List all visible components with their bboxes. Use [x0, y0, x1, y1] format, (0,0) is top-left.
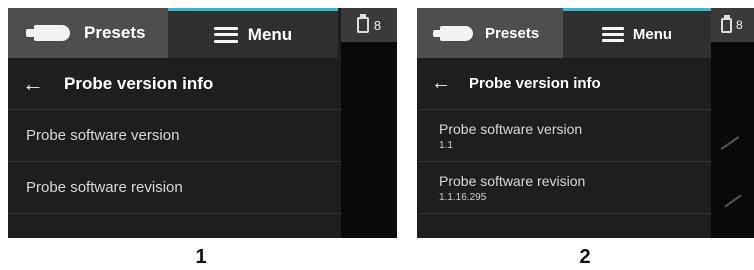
content-list: ← Probe version info Probe software vers… [8, 58, 341, 214]
tab-menu[interactable]: Menu [563, 8, 711, 58]
battery-status[interactable]: 8 [341, 8, 397, 42]
list-item-software-revision[interactable]: Probe software revision [8, 162, 341, 214]
list-item-label: Probe software version [439, 120, 583, 137]
list-item-value: 1.1.16.295 [439, 191, 487, 203]
status-sidebar: 8 [711, 8, 754, 238]
screen-2: Presets Menu 8 ← Probe version info Prob… [417, 8, 754, 238]
list-item-software-version[interactable]: Probe software version 1.1 [417, 110, 711, 162]
tab-presets-label: Presets [84, 23, 146, 42]
list-item-label: Probe software revision [439, 172, 586, 189]
list-item-label: Probe software revision [26, 179, 183, 196]
image-artifact [720, 135, 740, 151]
step-caption: 1 [195, 246, 207, 268]
page-title: Probe version info [469, 75, 601, 92]
tab-menu-label: Menu [632, 26, 673, 43]
battery-icon [356, 14, 369, 33]
battery-status[interactable]: 8 [711, 8, 754, 42]
screen-1: Presets Menu 8 ← Probe version info Prob… [8, 8, 397, 238]
image-artifact [724, 194, 742, 208]
list-item-label: Probe software version [26, 127, 180, 144]
status-sidebar: 8 [341, 8, 397, 238]
page-header: ← Probe version info [8, 58, 341, 110]
top-bar: Presets Menu [417, 8, 711, 58]
tab-menu[interactable]: Menu [168, 8, 338, 58]
back-arrow-icon[interactable]: ← [22, 71, 44, 97]
hamburger-icon [601, 27, 624, 42]
page-title: Probe version info [64, 73, 214, 93]
probe-icon [26, 25, 70, 41]
list-item-software-version[interactable]: Probe software version [8, 110, 341, 162]
tab-presets[interactable]: Presets [417, 8, 563, 58]
battery-count: 8 [373, 17, 382, 33]
hamburger-icon [213, 26, 238, 43]
list-item-value: 1.1 [439, 139, 453, 151]
step-caption: 2 [579, 246, 591, 268]
back-arrow-icon[interactable]: ← [431, 72, 451, 95]
top-bar: Presets Menu [8, 8, 338, 58]
battery-count: 8 [736, 18, 743, 32]
page-header: ← Probe version info [417, 58, 711, 110]
tab-presets[interactable]: Presets [8, 8, 168, 58]
probe-icon [433, 25, 473, 41]
battery-icon [721, 14, 732, 33]
tab-presets-label: Presets [485, 24, 540, 42]
content-list: ← Probe version info Probe software vers… [417, 58, 711, 214]
tab-menu-label: Menu [247, 24, 293, 44]
list-item-software-revision[interactable]: Probe software revision 1.1.16.295 [417, 162, 711, 214]
